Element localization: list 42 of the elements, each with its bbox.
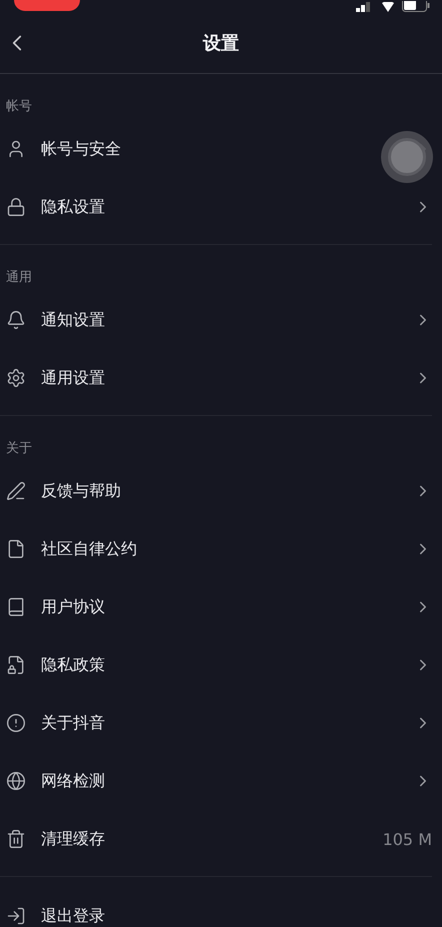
row-label: 网络检测 xyxy=(41,770,106,792)
settings-row[interactable]: 清理缓存 105 M xyxy=(0,810,432,868)
row-label: 用户协议 xyxy=(41,596,106,618)
row-label: 通知设置 xyxy=(41,310,106,330)
section-title: 通用 xyxy=(6,270,32,285)
settings-row[interactable]: 关于抖音 xyxy=(0,694,432,752)
book-icon xyxy=(6,597,26,617)
settings-row[interactable]: 反馈与帮助 xyxy=(0,462,432,520)
globe-icon xyxy=(6,771,26,791)
section-title: 帐号 xyxy=(6,99,32,114)
document-lock-icon xyxy=(6,655,26,675)
document-icon xyxy=(6,539,26,559)
settings-row[interactable]: 用户协议 xyxy=(0,578,432,636)
battery-icon xyxy=(402,1,430,12)
logout-icon xyxy=(6,906,26,926)
row-label: 通用设置 xyxy=(41,368,106,388)
pen-icon xyxy=(6,481,26,501)
settings-icon xyxy=(6,368,26,388)
settings-row[interactable]: 通用设置 xyxy=(0,349,432,407)
row-label: 反馈与帮助 xyxy=(41,480,122,502)
trash-icon xyxy=(6,829,26,849)
exclamation-circle-icon xyxy=(6,713,26,733)
settings-row[interactable]: 隐私设置 xyxy=(0,178,432,236)
lock-icon xyxy=(6,197,26,217)
row-label: 隐私设置 xyxy=(41,196,106,218)
settings-row[interactable]: 退出登录 xyxy=(0,887,442,927)
settings-row[interactable]: 网络检测 xyxy=(0,752,432,810)
row-label: 隐私政策 xyxy=(41,654,106,676)
row-label: 退出登录 xyxy=(41,906,106,926)
section-title: 关于 xyxy=(6,441,32,456)
row-label: 清理缓存 xyxy=(41,828,106,850)
assistive-touch-menu[interactable] xyxy=(381,131,433,183)
wifi-icon xyxy=(380,2,396,12)
settings-row[interactable]: 通知设置 xyxy=(0,291,432,349)
row-label: 社区自律公约 xyxy=(41,538,138,560)
row-label: 关于抖音 xyxy=(41,712,106,734)
page-title: 设置 xyxy=(203,32,239,54)
settings-row[interactable]: 隐私政策 xyxy=(0,636,432,694)
cache-size: 105 M xyxy=(382,830,432,848)
bell-icon xyxy=(6,310,26,330)
settings-row[interactable]: 社区自律公约 xyxy=(0,520,432,578)
row-label: 帐号与安全 xyxy=(41,138,122,160)
